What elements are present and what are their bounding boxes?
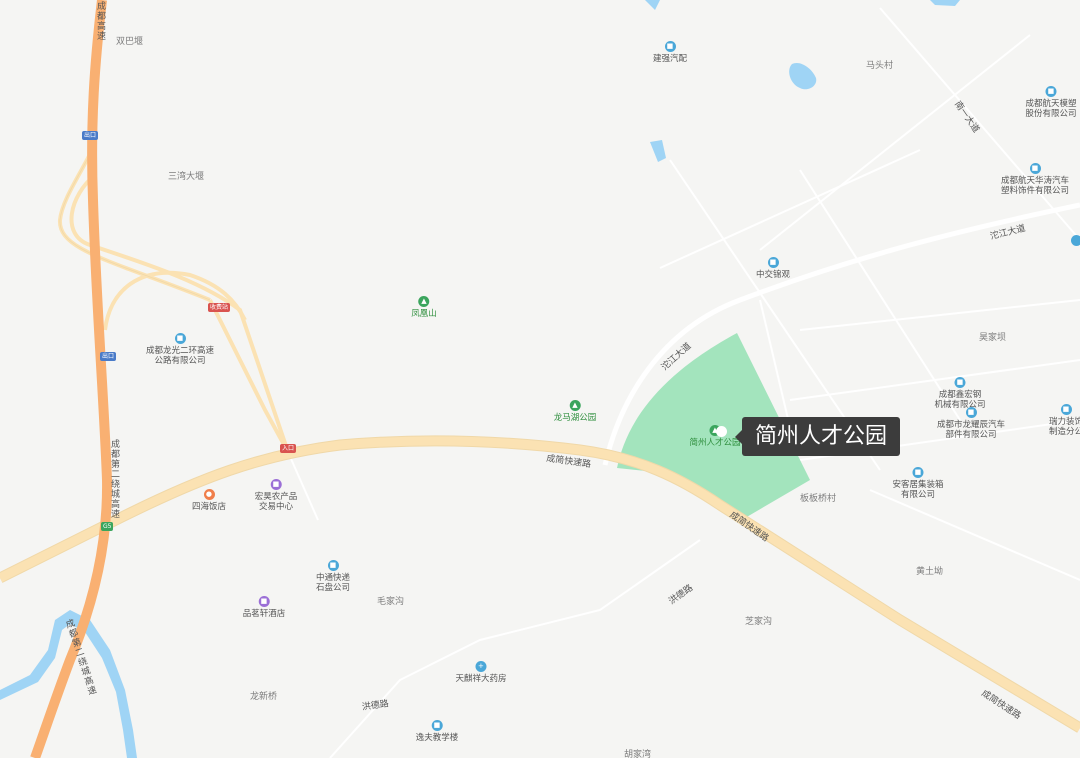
map-canvas[interactable]: 成简快速路 成简快速路 成简快速路 沱江大道 沱江大道 南一大道 洪德路 洪德路… — [0, 0, 1080, 758]
poi-company[interactable]: ■ 安客居集装箱 有限公司 — [892, 467, 944, 500]
place-label: 胡家湾 — [624, 750, 652, 758]
poi-hotel[interactable]: ■ 品茗轩酒店 — [243, 596, 285, 619]
building-icon: ■ — [912, 467, 924, 478]
building-icon: ■ — [1060, 404, 1072, 415]
background — [0, 0, 1080, 758]
bed-icon: ■ — [258, 596, 270, 607]
shopping-bag-icon: ■ — [270, 479, 282, 490]
place-label: 板板桥村 — [800, 494, 837, 504]
poi-selected-park[interactable]: ▲ 简州人才公园 — [689, 425, 741, 448]
tree-icon: ▲ — [418, 296, 430, 307]
building-icon: ■ — [327, 560, 339, 571]
poi-company[interactable]: ■ 成都鑫宏钢 机械有限公司 — [934, 377, 986, 410]
place-label: 毛家沟 — [377, 597, 405, 607]
building-icon: ■ — [1029, 163, 1041, 174]
place-label: 三湾大堰 — [168, 172, 205, 182]
selected-marker-icon — [716, 426, 727, 437]
building-icon: ■ — [174, 333, 186, 344]
place-label: 马头村 — [866, 61, 894, 71]
exit-shield: 出口 — [100, 352, 117, 361]
road-label-ring: 成都第二绕城高速 — [111, 440, 121, 520]
building-icon: ■ — [767, 257, 779, 268]
toll-shield: 收费站 — [208, 303, 231, 312]
school-icon: ■ — [431, 720, 443, 731]
place-label: 黄土坳 — [916, 567, 944, 577]
car-icon: ■ — [664, 41, 676, 52]
place-label: 昊家坝 — [979, 333, 1007, 343]
building-icon: ■ — [965, 407, 977, 418]
selected-place-callout[interactable]: 简州人才公园 — [734, 417, 901, 456]
place-label: 龙新桥 — [250, 692, 278, 702]
exit-shield: 出口 — [82, 131, 99, 140]
building-icon: ■ — [1045, 86, 1057, 97]
place-label: 双巴堰 — [116, 37, 144, 47]
poi-mountain[interactable]: ▲ 凤凰山 — [411, 296, 437, 319]
poi-pharmacy[interactable]: + 天麒祥大药房 — [455, 661, 507, 684]
road-label-ring: 成都高速 — [97, 2, 107, 42]
poi-school[interactable]: ■ 逸夫教学楼 — [416, 720, 458, 743]
road-code-shield: G5 — [101, 522, 114, 531]
entrance-shield: 入口 — [280, 444, 297, 453]
poi-market[interactable]: ■ 宏昊农产品 交易中心 — [255, 479, 297, 512]
restaurant-icon: ● — [203, 489, 215, 500]
poi-residential[interactable]: ■ 中交锦观 — [756, 257, 790, 280]
tree-icon: ▲ — [569, 400, 581, 411]
poi-company[interactable]: ■ 成都航天模塑 股份有限公司 — [1025, 86, 1077, 119]
poi-auto-parts[interactable]: ■ 建强汽配 — [653, 41, 687, 64]
poi-company[interactable]: ■ 成都龙光二环高速 公路有限公司 — [146, 333, 214, 366]
pharmacy-icon: + — [475, 661, 487, 672]
poi-company[interactable]: ■ 成都航天华涛汽车 塑料饰件有限公司 — [1001, 163, 1069, 196]
map-base-layer — [0, 0, 1080, 758]
poi-express[interactable]: ■ 中通快递 石盘公司 — [316, 560, 350, 593]
building-icon[interactable] — [1071, 235, 1080, 246]
place-label: 芝家沟 — [745, 617, 773, 627]
poi-park[interactable]: ▲ 龙马湖公园 — [554, 400, 596, 423]
poi-company[interactable]: ■ 成都市龙耀辰汽车 部件有限公司 — [937, 407, 1005, 440]
building-icon: ■ — [954, 377, 966, 388]
poi-company[interactable]: ■ 瑞力装饰 制造分公 — [1049, 404, 1080, 437]
poi-restaurant[interactable]: ● 四海饭店 — [192, 489, 226, 512]
